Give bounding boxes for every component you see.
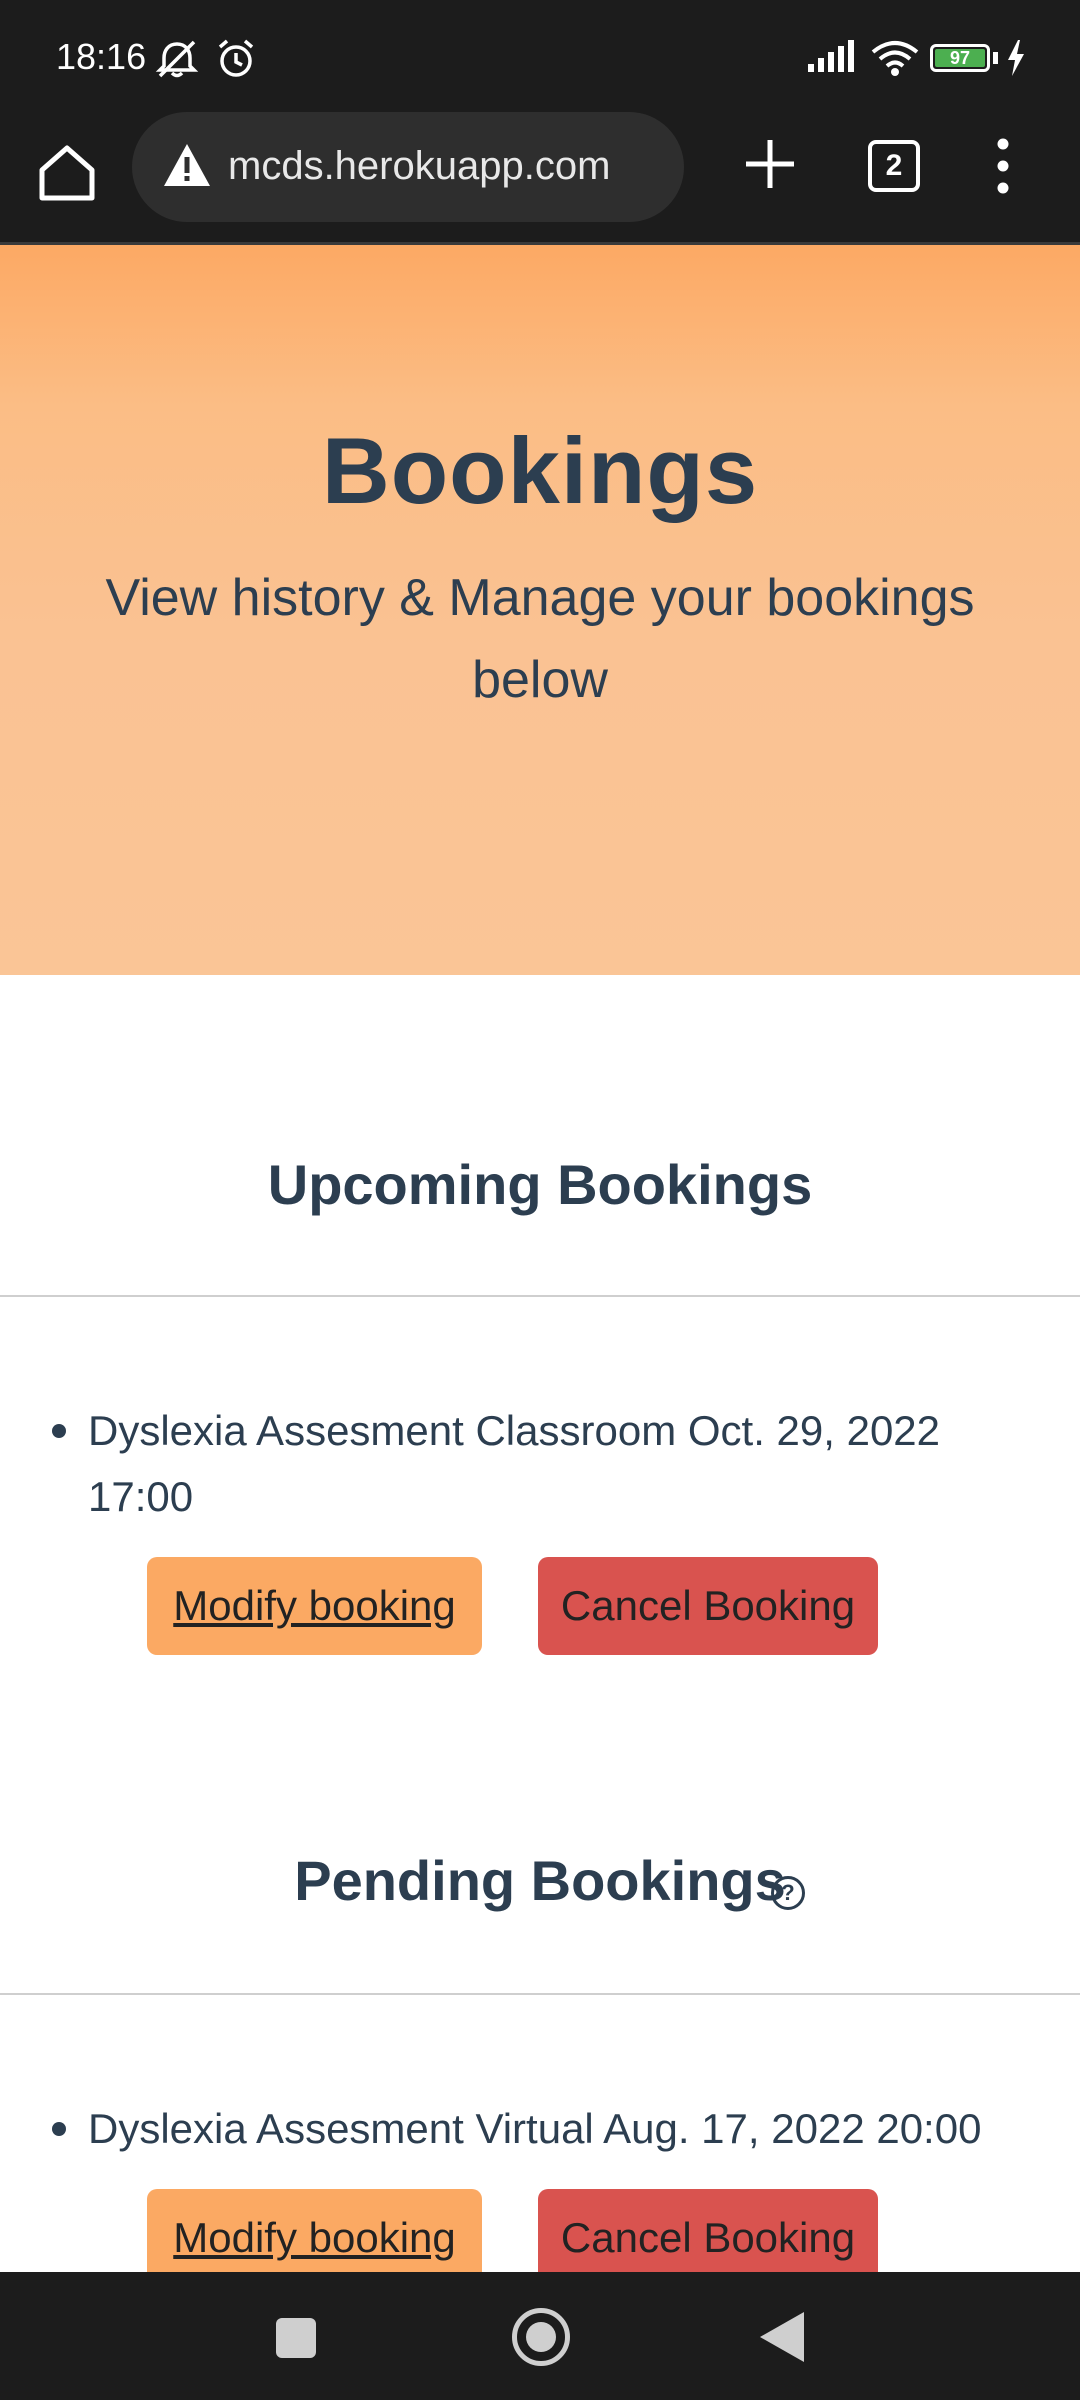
pending-bookings-title: Pending Bookings: [0, 1848, 1080, 1913]
menu-icon[interactable]: [988, 134, 1018, 198]
charging-icon: [1008, 40, 1024, 76]
bullet: [52, 2122, 66, 2136]
wifi-icon: [871, 41, 919, 76]
status-time: 18:16: [56, 36, 147, 77]
alarm-icon: [218, 39, 254, 77]
plus-icon[interactable]: [740, 134, 800, 194]
booking-text: Dyslexia Assesment Virtual Aug. 17, 2022…: [88, 2105, 982, 2152]
back-icon[interactable]: [760, 2312, 804, 2362]
system-nav-bar: [0, 2272, 1080, 2400]
url-text[interactable]: mcds.herokuapp.com: [228, 144, 668, 189]
upcoming-bookings-title: Upcoming Bookings: [267, 1153, 813, 1216]
url-bar[interactable]: mcds.herokuapp.com: [132, 112, 684, 222]
battery-tip: [993, 52, 998, 64]
tabs-icon[interactable]: 2: [868, 140, 920, 192]
home-icon[interactable]: [34, 140, 100, 206]
signal-icon: [808, 40, 854, 72]
browser-toolbar: mcds.herokuapp.com 2: [0, 110, 1080, 245]
booking-text: Dyslexia Assesment Classroom Oct. 29, 20…: [88, 1407, 941, 1520]
modify-booking-button[interactable]: Modify booking: [147, 1557, 482, 1655]
help-icon[interactable]: ?: [771, 1876, 805, 1910]
page-subtitle: View history & Manage your bookings belo…: [105, 569, 975, 709]
hero-banner: Bookings View history & Manage your book…: [0, 245, 1080, 975]
pending-bookings-label: Pending Bookings: [294, 1849, 786, 1912]
battery-icon: 97: [930, 44, 990, 72]
bullet: [52, 1424, 66, 1438]
mute-icon: [155, 40, 199, 78]
list-item: Dyslexia Assesment Virtual Aug. 17, 2022…: [52, 2096, 1028, 2162]
list-item: Dyslexia Assesment Classroom Oct. 29, 20…: [52, 1398, 1028, 1530]
cancel-booking-button[interactable]: Cancel Booking: [538, 1557, 878, 1655]
status-bar: 18:16 97: [0, 0, 1080, 110]
upcoming-divider: [0, 1295, 1080, 1297]
recents-icon[interactable]: [276, 2318, 316, 2358]
page-title: Bookings: [321, 418, 759, 523]
pending-divider: [0, 1993, 1080, 1995]
tab-count: 2: [885, 149, 903, 182]
warning-icon[interactable]: [162, 142, 212, 188]
battery-level: 97: [935, 49, 985, 67]
home-nav-icon[interactable]: [512, 2308, 570, 2366]
